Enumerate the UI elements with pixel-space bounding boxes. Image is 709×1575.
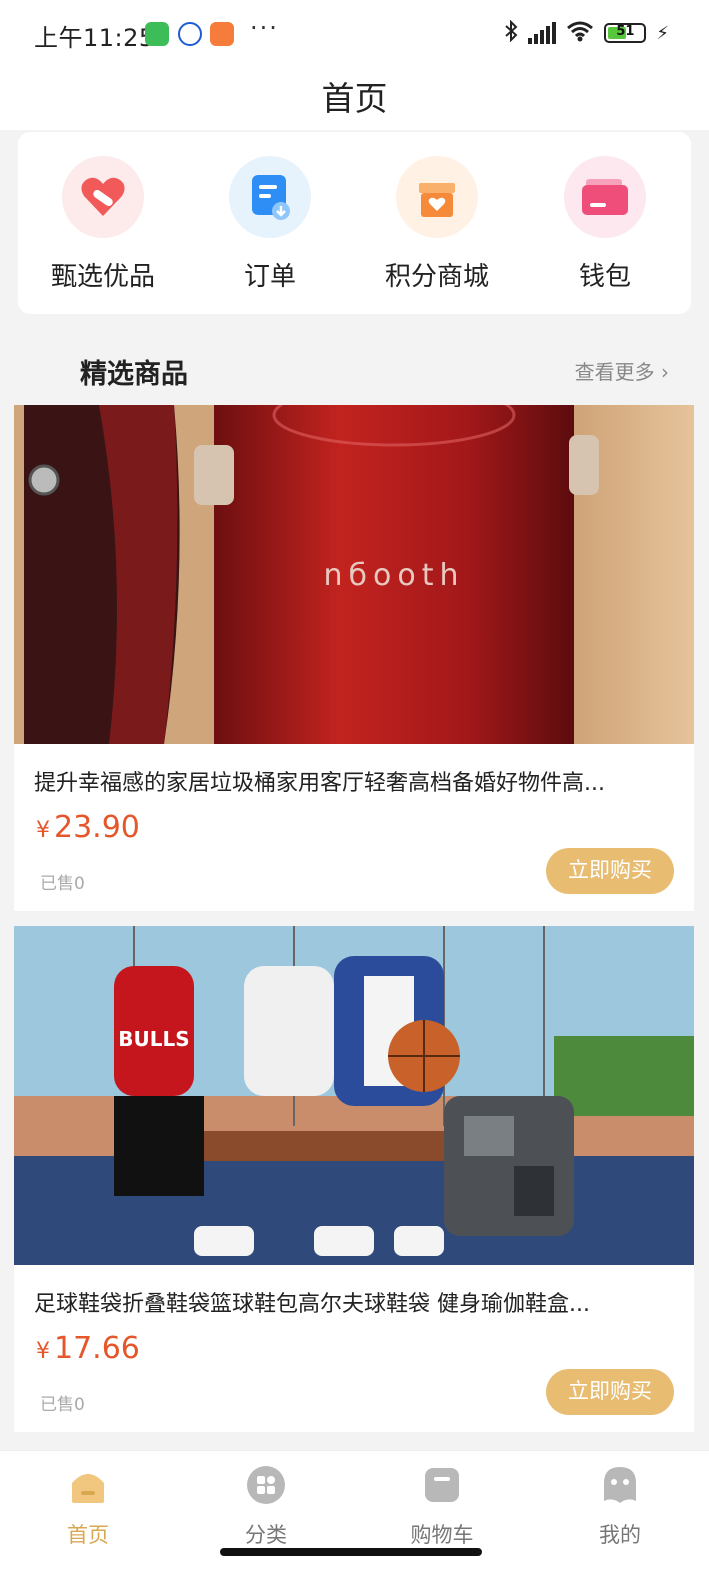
quick-entry-label: 钱包 (578, 262, 631, 292)
product-price: ¥23.90 (36, 810, 140, 845)
price-value: 17.66 (54, 1331, 140, 1366)
product-image[interactable]: BULLS (14, 926, 694, 1265)
quick-entry-selected-goods[interactable]: 甄选优品 (18, 156, 188, 293)
wechat-notification-icon (145, 22, 169, 46)
quick-entry-card: 甄选优品 订单 积分商城 钱包 (18, 132, 691, 314)
page-title: 首页 (321, 79, 388, 118)
shop-notification-icon (210, 22, 234, 46)
wallet-icon (564, 156, 646, 238)
more-notifications-icon: ··· (250, 14, 279, 42)
tab-cart[interactable]: 购物车 (382, 1465, 502, 1549)
tab-label: 我的 (599, 1523, 641, 1547)
quick-entry-label: 订单 (243, 262, 296, 292)
price-value: 23.90 (54, 810, 140, 845)
sold-count: 已售0 (40, 1395, 85, 1415)
status-icons: 51 ⚡ (504, 19, 669, 46)
wifi-icon (566, 20, 594, 46)
quick-entry-orders[interactable]: 订单 (185, 156, 355, 293)
section-title: 精选商品 (80, 359, 188, 390)
tab-profile[interactable]: 我的 (560, 1465, 680, 1549)
profile-icon (560, 1465, 680, 1509)
bluetooth-icon (504, 19, 518, 46)
sold-count: 已售0 (40, 874, 85, 894)
jersey-text: BULLS (118, 1027, 189, 1051)
buy-now-button[interactable]: 立即购买 (546, 848, 674, 894)
tab-label: 购物车 (410, 1523, 474, 1547)
signal-icon (528, 22, 557, 44)
tab-label: 首页 (67, 1523, 109, 1547)
product-title[interactable]: 提升幸福感的家居垃圾桶家用客厅轻奢高档备婚好物件高... (34, 765, 674, 797)
quick-entry-wallet[interactable]: 钱包 (520, 156, 690, 293)
currency-symbol: ¥ (36, 1339, 50, 1364)
product-card[interactable]: BULLS 足球鞋袋折叠鞋袋篮球鞋包高尔夫球鞋袋 健身瑜伽鞋盒... ¥17.6… (14, 926, 694, 1432)
product-title[interactable]: 足球鞋袋折叠鞋袋篮球鞋包高尔夫球鞋袋 健身瑜伽鞋盒... (34, 1286, 674, 1318)
product-brand-text: nбooth (324, 558, 465, 593)
tab-home[interactable]: 首页 (28, 1465, 148, 1549)
cart-icon (382, 1465, 502, 1509)
tab-bar: 首页 分类 购物车 我的 (0, 1450, 709, 1575)
buy-now-button[interactable]: 立即购买 (546, 1369, 674, 1415)
product-image[interactable]: nбooth (14, 405, 694, 744)
status-time: 上午11:25 (34, 24, 155, 52)
battery-level: 51 (616, 24, 635, 39)
quick-entry-points-mall[interactable]: 积分商城 (352, 156, 522, 293)
tab-label: 分类 (245, 1523, 287, 1547)
charging-icon: ⚡ (656, 22, 669, 44)
quick-entry-label: 积分商城 (384, 262, 489, 292)
tab-category[interactable]: 分类 (206, 1465, 326, 1549)
nav-bar: 首页 (0, 66, 709, 130)
app-notification-icon (178, 22, 202, 46)
category-icon (206, 1465, 326, 1509)
product-card[interactable]: nбooth 提升幸福感的家居垃圾桶家用客厅轻奢高档备婚好物件高... ¥23.… (14, 405, 694, 911)
battery-icon: 51 (604, 23, 647, 43)
product-price: ¥17.66 (36, 1331, 140, 1366)
status-bar: 上午11:25 ··· 51 ⚡ (0, 0, 709, 66)
home-icon (28, 1465, 148, 1509)
gift-box-icon (396, 156, 478, 238)
see-more-link[interactable]: 查看更多 › (575, 356, 669, 385)
currency-symbol: ¥ (36, 818, 50, 843)
order-doc-icon (229, 156, 311, 238)
home-indicator[interactable] (220, 1548, 482, 1556)
quick-entry-label: 甄选优品 (50, 262, 155, 292)
heart-tag-icon (62, 156, 144, 238)
